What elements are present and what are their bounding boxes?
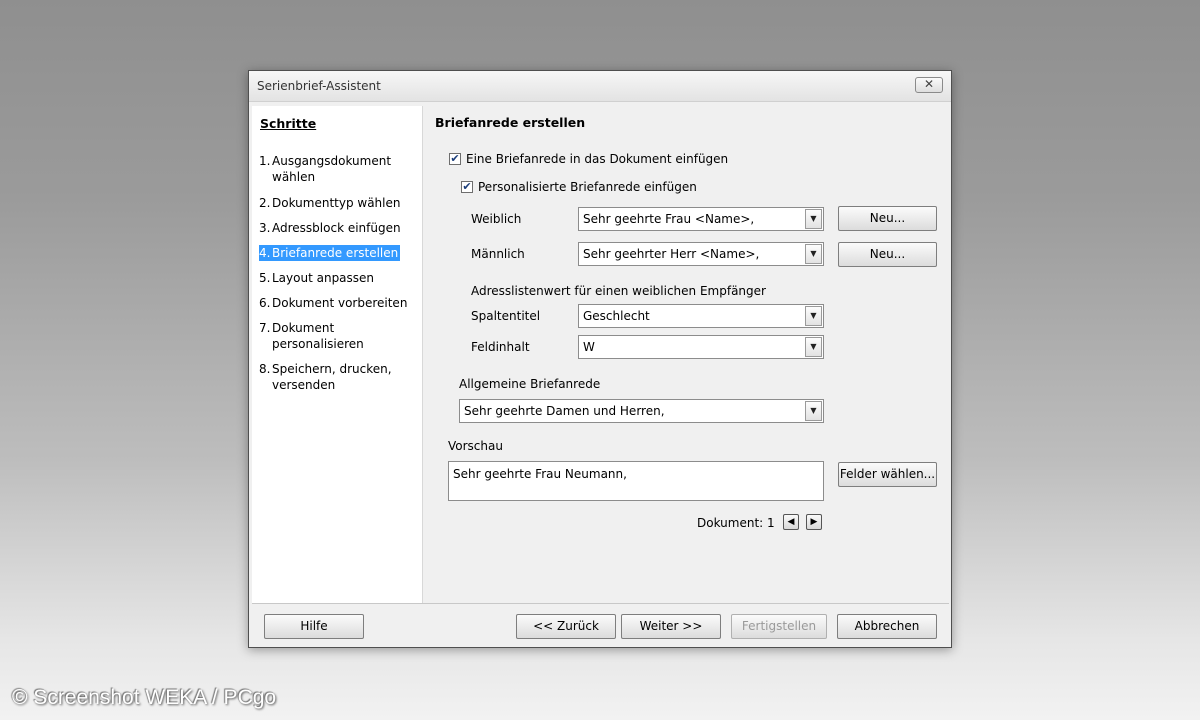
step-number: 7. — [259, 321, 271, 335]
personalized-salutation-label[interactable]: Personalisierte Briefanrede einfügen — [478, 180, 697, 194]
insert-salutation-label[interactable]: Eine Briefanrede in das Dokument einfüge… — [466, 152, 728, 166]
column-title-value: Geschlecht — [583, 309, 650, 323]
chevron-down-icon[interactable]: ▼ — [805, 244, 822, 264]
back-button[interactable]: << Zurück — [516, 614, 616, 639]
general-salutation-select[interactable]: Sehr geehrte Damen und Herren, ▼ — [459, 399, 824, 423]
general-salutation-label: Allgemeine Briefanrede — [459, 377, 601, 391]
arrow-right-icon: ▶ — [810, 517, 818, 527]
preview-label: Vorschau — [448, 439, 503, 453]
column-title-label: Spaltentitel — [471, 309, 541, 323]
check-icon: ✔ — [462, 180, 472, 193]
chevron-down-icon[interactable]: ▼ — [805, 337, 822, 357]
male-new-button[interactable]: Neu... — [838, 242, 937, 267]
step-number: 6. — [259, 296, 271, 310]
general-salutation-value: Sehr geehrte Damen und Herren, — [464, 404, 665, 418]
select-fields-button[interactable]: Felder wählen... — [838, 462, 937, 487]
step-item-1[interactable]: 1. Ausgangsdokument wählen — [259, 153, 419, 185]
step-label: Ausgangsdokument wählen — [272, 154, 392, 184]
step-item-3[interactable]: 3. Adressblock einfügen — [259, 220, 419, 236]
female-salutation-value: Sehr geehrte Frau <Name>, — [583, 212, 755, 226]
personalized-salutation-checkbox[interactable]: ✔ — [461, 181, 473, 193]
next-document-button[interactable]: ▶ — [806, 514, 822, 530]
address-list-value-label: Adresslistenwert für einen weiblichen Em… — [471, 284, 766, 298]
column-title-select[interactable]: Geschlecht ▼ — [578, 304, 824, 328]
check-icon: ✔ — [450, 152, 460, 165]
chevron-down-icon[interactable]: ▼ — [805, 306, 822, 326]
page-title: Briefanrede erstellen — [435, 115, 586, 130]
cancel-button[interactable]: Abbrechen — [837, 614, 937, 639]
step-item-5[interactable]: 5. Layout anpassen — [259, 270, 419, 286]
female-new-button[interactable]: Neu... — [838, 206, 937, 231]
arrow-left-icon: ◀ — [787, 517, 795, 527]
help-button[interactable]: Hilfe — [264, 614, 364, 639]
step-label: Speichern, drucken, versenden — [272, 362, 392, 392]
finish-button[interactable]: Fertigstellen — [731, 614, 827, 639]
male-salutation-value: Sehr geehrter Herr <Name>, — [583, 247, 760, 261]
step-number: 8. — [259, 362, 271, 376]
footer-divider — [252, 603, 949, 604]
window-title: Serienbrief-Assistent — [257, 79, 381, 93]
female-label: Weiblich — [471, 212, 522, 226]
field-content-value: W — [583, 340, 595, 354]
steps-title: Schritte — [260, 116, 317, 131]
preview-text: Sehr geehrte Frau Neumann, — [453, 467, 627, 481]
mail-merge-wizard-dialog: Serienbrief-Assistent ✕ Schritte 1. Ausg… — [248, 70, 952, 648]
chevron-down-icon[interactable]: ▼ — [805, 401, 822, 421]
copyright-watermark: © Screenshot WEKA / PCgo — [12, 686, 277, 709]
insert-salutation-checkbox[interactable]: ✔ — [449, 153, 461, 165]
field-content-select[interactable]: W ▼ — [578, 335, 824, 359]
close-button[interactable]: ✕ — [915, 77, 943, 93]
step-number: 2. — [259, 196, 271, 210]
step-item-2[interactable]: 2. Dokumenttyp wählen — [259, 195, 419, 211]
next-button[interactable]: Weiter >> — [621, 614, 721, 639]
step-item-7[interactable]: 7. Dokument personalisieren — [259, 320, 419, 352]
female-salutation-select[interactable]: Sehr geehrte Frau <Name>, ▼ — [578, 207, 824, 231]
step-label: Adressblock einfügen — [272, 221, 401, 235]
step-number: 4. — [259, 245, 272, 261]
step-item-6[interactable]: 6. Dokument vorbereiten — [259, 295, 419, 311]
title-bar[interactable]: Serienbrief-Assistent ✕ — [249, 71, 951, 102]
step-item-4[interactable]: 4. Briefanrede erstellen — [259, 245, 401, 261]
preview-box: Sehr geehrte Frau Neumann, — [448, 461, 824, 501]
male-salutation-select[interactable]: Sehr geehrter Herr <Name>, ▼ — [578, 242, 824, 266]
step-number: 3. — [259, 221, 271, 235]
step-number: 5. — [259, 271, 271, 285]
male-label: Männlich — [471, 247, 525, 261]
document-counter: Dokument: 1 — [697, 516, 775, 530]
step-item-8[interactable]: 8. Speichern, drucken, versenden — [259, 361, 419, 393]
previous-document-button[interactable]: ◀ — [783, 514, 799, 530]
step-label: Dokument personalisieren — [272, 321, 364, 351]
field-content-label: Feldinhalt — [471, 340, 530, 354]
steps-sidebar: Schritte 1. Ausgangsdokument wählen 2. D… — [252, 106, 423, 603]
close-icon: ✕ — [923, 77, 935, 91]
chevron-down-icon[interactable]: ▼ — [805, 209, 822, 229]
step-label: Dokumenttyp wählen — [272, 196, 401, 210]
step-label: Layout anpassen — [272, 271, 375, 285]
step-label: Briefanrede erstellen — [272, 245, 401, 261]
salutation-panel: Briefanrede erstellen ✔ Eine Briefanrede… — [423, 101, 951, 603]
step-label: Dokument vorbereiten — [272, 296, 408, 310]
step-number: 1. — [259, 154, 271, 168]
